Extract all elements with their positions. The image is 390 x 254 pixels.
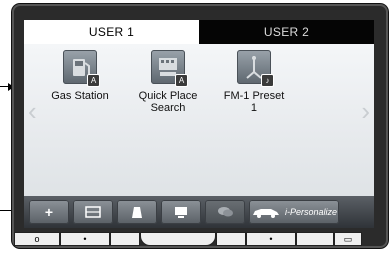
shortcut-label: FM-1 Preset 1	[223, 90, 285, 114]
gas-station-icon: A	[63, 50, 100, 87]
hw-button-right[interactable]: ▭	[334, 232, 362, 246]
chevron-left-icon[interactable]: ‹	[28, 98, 37, 124]
shortcut-label: Quick Place Search	[138, 90, 198, 114]
edit-layout-button[interactable]	[73, 200, 113, 224]
music-badge-icon: ♪	[261, 74, 274, 87]
hw-button-6[interactable]: •	[246, 232, 296, 246]
navigation-button[interactable]	[161, 200, 201, 224]
home-button[interactable]	[117, 200, 157, 224]
i-personalize-button[interactable]: i-Personalize	[249, 200, 339, 224]
navigation-icon	[175, 207, 187, 218]
shortcut-gas-station[interactable]: A Gas Station	[40, 50, 120, 102]
edit-layout-icon	[85, 206, 101, 218]
hw-button-7[interactable]	[296, 232, 334, 246]
bottom-toolbar: + i-Personalize	[24, 196, 374, 228]
messages-button[interactable]	[205, 200, 245, 224]
shortcut-fm-preset[interactable]: ♪ FM-1 Preset 1	[214, 50, 294, 114]
shortcut-label: Gas Station	[51, 90, 109, 102]
speech-bubble-icon	[218, 207, 233, 217]
tab-user-1[interactable]: USER 1	[24, 20, 199, 44]
i-personalize-label: i-Personalize	[284, 207, 338, 217]
hw-home-knob[interactable]	[140, 232, 216, 246]
hardware-button-row: o • • ▭	[12, 230, 388, 248]
callout-line-bottom	[0, 210, 12, 211]
chevron-right-icon[interactable]: ›	[361, 98, 370, 124]
head-unit-screen: USER 1 USER 2 ‹ › A Gas Station A Quick …	[24, 20, 374, 228]
app-badge-icon: A	[87, 74, 100, 87]
hw-button-left[interactable]: o	[14, 232, 60, 246]
add-button[interactable]: +	[29, 200, 69, 224]
hw-button-3[interactable]	[110, 232, 140, 246]
car-icon	[252, 209, 279, 218]
app-badge-icon: A	[175, 74, 188, 87]
shortcut-quick-place-search[interactable]: A Quick Place Search	[128, 50, 208, 114]
user-tabs: USER 1 USER 2	[24, 20, 374, 44]
fm-radio-icon: ♪	[237, 50, 274, 87]
quick-place-search-icon: A	[151, 50, 188, 87]
shortcut-area: ‹ › A Gas Station A Quick Place Search ♪…	[24, 44, 374, 196]
tab-user-2[interactable]: USER 2	[199, 20, 374, 44]
hw-button-5[interactable]	[216, 232, 246, 246]
hw-button-2[interactable]: •	[60, 232, 110, 246]
home-icon	[132, 207, 142, 218]
